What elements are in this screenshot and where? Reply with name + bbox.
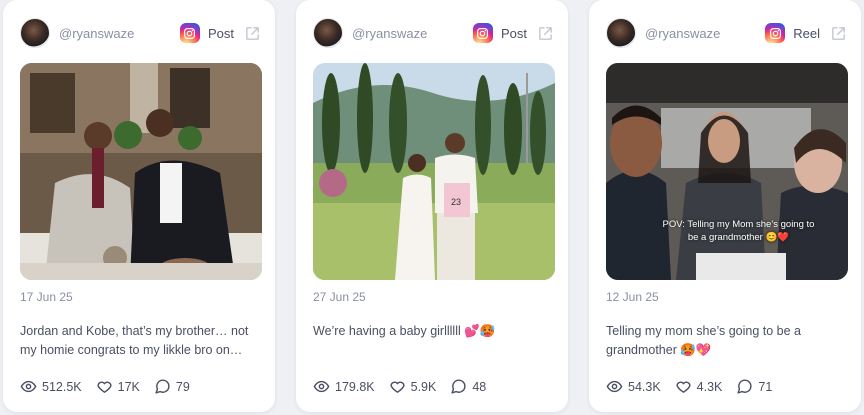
post-type-label: Post (207, 25, 234, 41)
post-thumbnail[interactable] (20, 63, 262, 280)
post-date: 12 Jun 25 (606, 290, 659, 304)
post-thumbnail[interactable]: 23 (313, 63, 555, 280)
account-handle[interactable]: @ryanswaze (59, 26, 180, 41)
instagram-icon (472, 23, 493, 43)
post-type-label: Reel (793, 25, 820, 41)
views-count: 512.5K (42, 379, 82, 394)
post-stats: 54.3K 4.3K 71 (606, 378, 786, 395)
heart-icon (676, 381, 691, 393)
likes-stat: 4.3K (675, 378, 723, 395)
avatar[interactable] (606, 18, 636, 48)
comment-icon (155, 379, 170, 394)
views-stat: 54.3K (606, 378, 661, 395)
heart-icon (390, 381, 405, 393)
likes-stat: 5.9K (389, 378, 437, 395)
likes-count: 17K (117, 379, 140, 394)
external-link-icon[interactable] (537, 25, 554, 42)
comments-count: 79 (175, 379, 190, 394)
comments-count: 48 (472, 379, 487, 394)
heart-icon (97, 381, 112, 393)
eye-icon (313, 380, 330, 393)
views-count: 54.3K (628, 379, 661, 394)
views-count: 179.8K (335, 379, 375, 394)
comment-icon (451, 379, 466, 394)
post-caption: Telling my mom she’s going to be a grand… (606, 324, 802, 357)
external-link-icon[interactable] (244, 25, 261, 42)
likes-count: 4.3K (696, 379, 723, 394)
post-card[interactable]: @ryanswaze Post 17 Jun 25 Jordan and Kob… (3, 0, 275, 412)
eye-icon (606, 380, 623, 393)
comments-count: 71 (758, 379, 773, 394)
reel-overlay-caption: POV: Telling my Mom she’s going to be a … (662, 219, 815, 243)
account-handle[interactable]: @ryanswaze (645, 26, 765, 41)
post-caption: Jordan and Kobe, that’s my brother… not … (20, 324, 249, 357)
comments-stat: 71 (736, 378, 772, 395)
card-header: @ryanswaze Post (20, 18, 261, 48)
post-card[interactable]: @ryanswaze Reel POV: Telling my Mom she’… (589, 0, 861, 412)
avatar[interactable] (313, 18, 343, 48)
views-stat: 512.5K (20, 378, 82, 395)
instagram-icon (765, 23, 786, 43)
post-type-label: Post (500, 25, 527, 41)
svg-text:23: 23 (451, 197, 461, 207)
comments-stat: 79 (154, 378, 190, 395)
post-date: 27 Jun 25 (313, 290, 366, 304)
post-stats: 179.8K 5.9K 48 (313, 378, 500, 395)
post-date: 17 Jun 25 (20, 290, 73, 304)
views-stat: 179.8K (313, 378, 375, 395)
post-stats: 512.5K 17K 79 (20, 378, 204, 395)
comments-stat: 48 (450, 378, 486, 395)
avatar[interactable] (20, 18, 50, 48)
likes-count: 5.9K (410, 379, 437, 394)
card-header: @ryanswaze Reel (606, 18, 847, 48)
comment-icon (737, 379, 752, 394)
account-handle[interactable]: @ryanswaze (352, 26, 473, 41)
external-link-icon[interactable] (830, 25, 847, 42)
post-card[interactable]: @ryanswaze Post 23 27 Jun 25 We’re havin… (296, 0, 568, 412)
reel-thumbnail[interactable]: POV: Telling my Mom she’s going to be a … (606, 63, 848, 280)
card-header: @ryanswaze Post (313, 18, 554, 48)
eye-icon (20, 380, 37, 393)
likes-stat: 17K (96, 378, 140, 395)
post-caption: We’re having a baby girllllll 💕🥵 (313, 324, 496, 338)
instagram-icon (179, 23, 200, 43)
